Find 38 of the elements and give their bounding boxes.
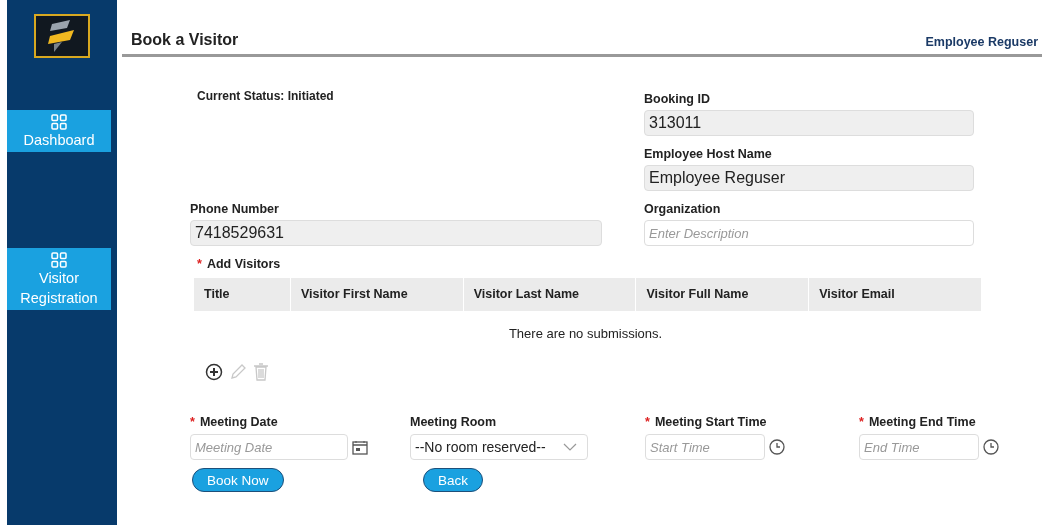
page-title: Book a Visitor — [131, 31, 239, 49]
field-label: Booking ID — [644, 92, 711, 106]
booking-id-field[interactable]: 313011 — [644, 110, 974, 136]
column-header: Visitor First Name — [289, 278, 463, 311]
field-label: Meeting Room — [410, 415, 497, 429]
column-header: Visitor Last Name — [462, 278, 636, 311]
add-icon[interactable] — [205, 363, 223, 381]
field-label: Organization — [644, 202, 722, 216]
logo-icon — [34, 14, 90, 58]
user-name: Employee Reguser — [925, 35, 1038, 49]
field-label: Meeting Date — [199, 415, 278, 429]
section-label: Add Visitors — [206, 257, 281, 271]
host-name-field[interactable]: Employee Reguser — [644, 165, 974, 191]
chevron-icon — [563, 443, 577, 451]
clock-icon[interactable] — [769, 439, 785, 455]
empty-message: There are no submissions. — [508, 326, 663, 341]
calendar-icon[interactable] — [352, 439, 368, 455]
required-asterisk: * — [645, 415, 650, 429]
grid-icon — [51, 252, 67, 268]
time-field[interactable]: Start Time — [645, 434, 765, 460]
field-label: Phone Number — [190, 202, 280, 216]
date-field[interactable]: Meeting Date — [190, 434, 348, 460]
clock-icon[interactable] — [983, 439, 999, 455]
phone-field[interactable]: 7418529631 — [190, 220, 602, 246]
time-field[interactable]: End Time — [859, 434, 979, 460]
grid-icon — [51, 114, 67, 130]
status-text: Current Status: Initiated — [197, 89, 335, 103]
column-header: Visitor Full Name — [635, 278, 809, 311]
column-header: Visitor Email — [808, 278, 981, 311]
field-label: Employee Host Name — [644, 147, 773, 161]
required-asterisk: * — [190, 415, 195, 429]
field-label: Meeting Start Time — [654, 415, 767, 429]
column-header: Title — [203, 286, 231, 303]
field-label: Meeting End Time — [868, 415, 976, 429]
required-asterisk: * — [859, 415, 864, 429]
required-asterisk: * — [197, 257, 202, 271]
room-select[interactable]: --No room reserved-- — [410, 434, 588, 460]
organization-field[interactable]: Enter Description — [644, 220, 974, 246]
